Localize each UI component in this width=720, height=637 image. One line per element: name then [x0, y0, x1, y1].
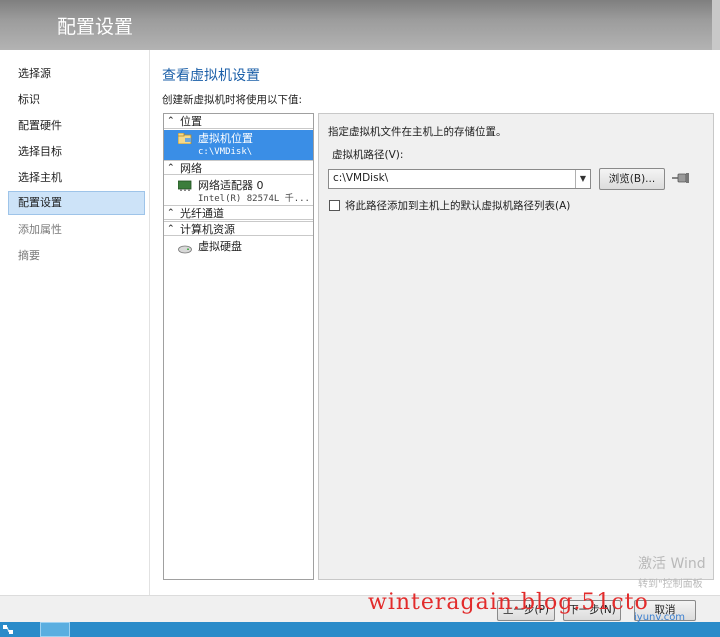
add-default-path-checkbox[interactable]	[329, 200, 340, 211]
browse-button[interactable]: 浏览(B)...	[599, 168, 665, 190]
tree-group-compute-resources[interactable]: ⌃ 计算机资源	[164, 221, 313, 236]
header-edge	[712, 0, 720, 50]
collapse-icon: ⌃	[167, 208, 175, 218]
tree-item-virtual-disk[interactable]: 虚拟硬盘	[164, 239, 313, 257]
tree-group-network[interactable]: ⌃ 网络	[164, 160, 313, 175]
detail-pane: 指定虚拟机文件在主机上的存储位置。 虚拟机路径(V): c:\VMDisk\ ▼…	[318, 113, 714, 580]
folder-icon	[178, 133, 192, 144]
nav-step-identity[interactable]: 标识	[8, 88, 145, 112]
nav-step-select-destination[interactable]: 选择目标	[8, 140, 145, 164]
tree-item-network-adapter[interactable]: 网络适配器 0 Intel(R) 82574L 千...	[164, 177, 313, 205]
collapse-icon: ⌃	[167, 224, 175, 234]
main-panel: 查看虚拟机设置 创建新虚拟机时将使用以下值: ⌃ 位置 虚拟机位置 c:\VMD…	[150, 50, 720, 595]
chevron-down-icon[interactable]: ▼	[575, 170, 590, 188]
network-status-icon[interactable]	[2, 623, 14, 636]
tree-group-label: 网络	[180, 162, 202, 175]
activate-windows-subtext: 转到"控制面板	[638, 579, 703, 590]
nav-step-configure-hardware[interactable]: 配置硬件	[8, 114, 145, 138]
vm-path-label: 虚拟机路径(V):	[332, 149, 404, 161]
nav-step-add-properties: 添加属性	[18, 223, 62, 236]
nav-step-select-source[interactable]: 选择源	[8, 62, 145, 86]
page-title: 查看虚拟机设置	[162, 68, 260, 84]
tree-item-value: c:\VMDisk\	[198, 147, 253, 157]
tree-item-label: 虚拟机位置	[198, 132, 253, 145]
tree-group-label: 位置	[180, 115, 202, 128]
tree-item-label: 虚拟硬盘	[198, 240, 242, 253]
vm-path-combobox[interactable]: c:\VMDisk\ ▼	[328, 169, 591, 189]
nav-step-configure-settings[interactable]: 配置设置	[8, 191, 145, 215]
add-default-path-label[interactable]: 将此路径添加到主机上的默认虚拟机路径列表(A)	[345, 198, 570, 213]
pin-icon[interactable]	[671, 171, 691, 185]
tree-item-value: Intel(R) 82574L 千...	[198, 194, 310, 204]
activate-windows-watermark: 激活 Wind	[638, 556, 706, 572]
wizard-steps-nav: 选择源 标识 配置硬件 选择目标 选择主机 配置设置 添加属性 摘要	[0, 50, 150, 595]
settings-tree: ⌃ 位置 虚拟机位置 c:\VMDisk\ ⌃ 网络 网络适配器 0 Intel…	[163, 113, 314, 580]
nav-step-select-host[interactable]: 选择主机	[8, 166, 145, 190]
page-subtitle: 创建新虚拟机时将使用以下值:	[162, 94, 303, 106]
tree-item-vm-location[interactable]: 虚拟机位置 c:\VMDisk\	[164, 130, 313, 160]
nav-step-summary: 摘要	[18, 249, 40, 262]
detail-description: 指定虚拟机文件在主机上的存储位置。	[328, 126, 507, 138]
tree-group-fibre-channel[interactable]: ⌃ 光纤通道	[164, 205, 313, 220]
tree-group-location[interactable]: ⌃ 位置	[164, 114, 313, 129]
tree-item-label: 网络适配器 0	[198, 179, 264, 192]
collapse-icon: ⌃	[167, 116, 175, 126]
wizard-title: 配置设置	[57, 16, 134, 38]
blog-watermark: winteragain.blog.51cto	[368, 590, 649, 615]
hard-disk-icon	[178, 245, 192, 254]
taskbar	[0, 622, 720, 637]
taskbar-app-button[interactable]	[40, 622, 70, 637]
site-watermark: iyunv.com	[634, 612, 686, 623]
tree-group-label: 计算机资源	[180, 223, 235, 236]
wizard-header: 配置设置	[0, 0, 720, 50]
vm-path-value: c:\VMDisk\	[333, 172, 389, 184]
network-adapter-icon	[178, 180, 192, 191]
tree-group-label: 光纤通道	[180, 207, 224, 220]
collapse-icon: ⌃	[167, 163, 175, 173]
